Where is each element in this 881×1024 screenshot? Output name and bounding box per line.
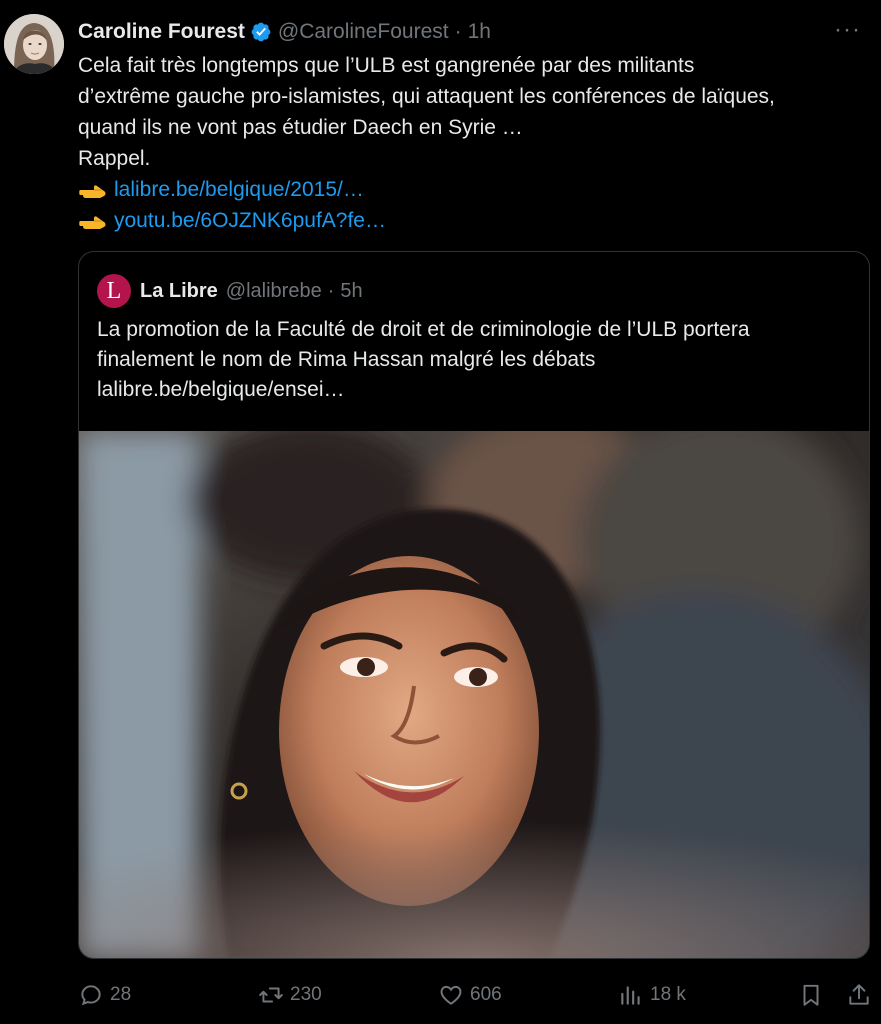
link-line: lalibre.be/belgique/2015/… [78,174,868,205]
tweet-text-line: quand ils ne vont pas étudier Daech en S… [78,116,523,139]
article-link[interactable]: lalibre.be/belgique/2015/… [114,174,364,205]
repost-count: 230 [290,984,322,1005]
tweet[interactable]: Caroline Fourest @CarolineFourest · 1h ·… [0,0,881,1024]
quoted-author-name[interactable]: La Libre [140,280,218,303]
video-link[interactable]: youtu.be/6OJZNK6pufA?fe… [114,205,386,236]
quoted-tweet-text: La promotion de la Faculté de droit et d… [97,315,857,405]
quoted-tweet-header: L La Libre @lalibrebe · 5h [97,274,363,308]
verified-badge-icon [250,21,272,43]
quoted-timestamp[interactable]: 5h [340,280,362,303]
separator-dot: · [454,20,462,43]
reply-count: 28 [110,984,132,1005]
like-icon [440,985,462,1005]
views-button[interactable]: 18 k [618,978,686,1012]
views-icon [621,986,640,1005]
quoted-tweet-photo[interactable] [79,431,869,958]
separator-dot: · [327,279,335,302]
tweet-actions: 28 230 606 18 k [78,978,873,1012]
tweet-text-line: Cela fait très longtemps que l’ULB est g… [78,54,695,77]
quoted-tweet-card[interactable]: L La Libre @lalibrebe · 5h La promotion … [78,251,870,959]
bookmark-icon [803,984,819,1006]
like-count: 606 [470,984,502,1005]
views-count: 18 k [650,984,686,1005]
tweet-header: Caroline Fourest @CarolineFourest · 1h ·… [78,18,861,46]
share-icon [849,984,869,1005]
author-name[interactable]: Caroline Fourest [78,20,245,44]
bookmark-button[interactable] [798,978,824,1012]
tweet-text-line: d’extrême gauche pro-islamistes, qui att… [78,85,775,108]
tweet-timestamp[interactable]: 1h [468,20,491,44]
quoted-text-line: La promotion de la Faculté de droit et d… [97,318,750,341]
la-libre-avatar[interactable]: L [97,274,131,308]
pointing-hand-icon [78,180,108,200]
repost-icon [259,987,283,1003]
author-avatar[interactable] [4,14,64,74]
tweet-text: Cela fait très longtemps que l’ULB est g… [78,50,868,236]
repost-button[interactable]: 230 [258,978,322,1012]
quoted-text-line: lalibre.be/belgique/ensei… [97,378,345,401]
quoted-text-line: finalement le nom de Rima Hassan malgré … [97,348,596,371]
reply-icon [81,985,101,1006]
pointing-hand-icon [78,211,108,231]
author-handle[interactable]: @CarolineFourest [278,20,449,44]
link-line: youtu.be/6OJZNK6pufA?fe… [78,205,868,236]
tweet-text-line: Rappel. [78,147,151,170]
share-button[interactable] [846,978,872,1012]
more-icon[interactable]: ··· [834,18,861,42]
quoted-author-handle[interactable]: @lalibrebe [226,280,322,303]
like-button[interactable]: 606 [438,978,502,1012]
reply-button[interactable]: 28 [78,978,131,1012]
